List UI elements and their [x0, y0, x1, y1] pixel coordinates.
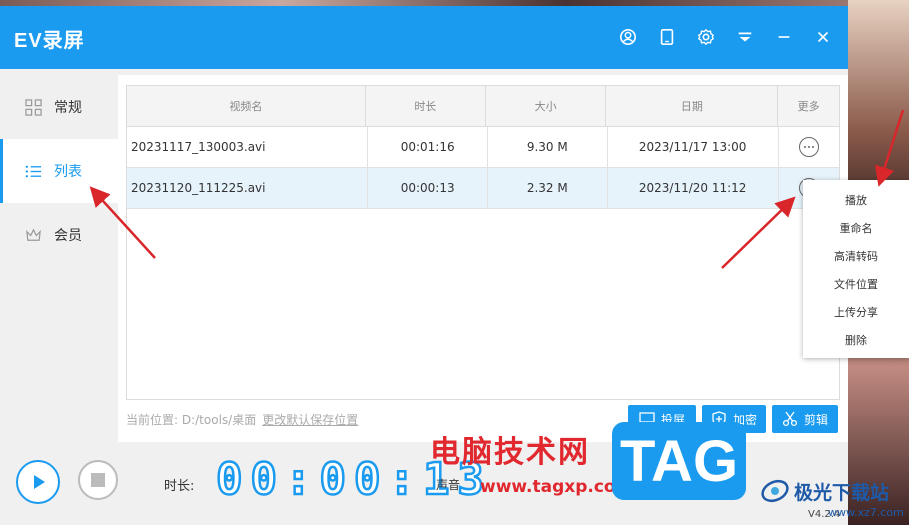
context-menu: 播放 重命名 高清转码 文件位置 上传分享 删除: [803, 180, 909, 358]
crown-icon: [24, 226, 42, 244]
dropdown-icon[interactable]: [734, 26, 756, 48]
more-cell: [779, 127, 839, 167]
video-name: 20231120_111225.avi: [127, 168, 369, 208]
more-options-icon[interactable]: [798, 137, 819, 157]
column-header[interactable]: 时长: [366, 86, 486, 126]
sidebar: 常规 列表 会员: [0, 75, 118, 442]
video-duration: 00:00:13: [368, 168, 488, 208]
watermark-site-name: 极光下载站: [794, 481, 890, 504]
table-row[interactable]: 20231120_111225.avi 00:00:13 2.32 M 2023…: [127, 168, 839, 209]
sidebar-item-label: 会员: [54, 228, 82, 244]
watermark-site: 极光下载站: [760, 475, 889, 507]
settings-icon[interactable]: [695, 26, 717, 48]
close-icon[interactable]: [812, 26, 834, 48]
sidebar-item-list[interactable]: 列表: [0, 139, 118, 203]
sidebar-item-vip[interactable]: 会员: [0, 203, 118, 267]
column-header: 更多: [797, 100, 820, 113]
column-header[interactable]: 视频名: [127, 86, 366, 126]
video-size: 9.30 M: [488, 127, 608, 167]
video-date: 2023/11/20 11:12: [608, 168, 779, 208]
minimize-icon[interactable]: [773, 26, 795, 48]
list-icon: [24, 162, 42, 180]
menu-item-file-location[interactable]: 文件位置: [803, 270, 909, 298]
user-icon[interactable]: [617, 26, 639, 48]
stop-icon: [91, 473, 105, 487]
scissors-icon: [782, 411, 798, 427]
watermark-tag-logo: TAG: [612, 422, 746, 500]
edit-button[interactable]: 剪辑: [772, 405, 838, 433]
current-path: 当前位置: D:/tools/桌面: [126, 413, 257, 427]
title-bar: EV录屏: [0, 6, 848, 69]
app-title: EV录屏: [14, 30, 85, 52]
sidebar-item-label: 常规: [54, 100, 82, 116]
watermark-text: 电脑技术网: [430, 435, 590, 470]
sidebar-item-label: 列表: [54, 164, 82, 180]
menu-item-rename[interactable]: 重命名: [803, 214, 909, 242]
volume-label: 声音: [436, 478, 461, 492]
aurora-logo-icon: [761, 479, 789, 503]
table-header: 视频名 时长 大小 日期 更多: [127, 86, 839, 127]
tablet-icon[interactable]: [656, 26, 678, 48]
play-icon: [34, 475, 45, 489]
stop-button[interactable]: [78, 460, 118, 500]
edit-label: 剪辑: [803, 412, 828, 427]
column-header[interactable]: 日期: [606, 86, 779, 126]
menu-item-hd-transcode[interactable]: 高清转码: [803, 242, 909, 270]
save-location: 当前位置: D:/tools/桌面 更改默认保存位置: [126, 411, 358, 428]
column-header[interactable]: 大小: [486, 86, 607, 126]
play-button[interactable]: [16, 460, 60, 504]
table-row[interactable]: 20231117_130003.avi 00:01:16 9.30 M 2023…: [127, 127, 839, 168]
menu-item-delete[interactable]: 删除: [803, 326, 909, 354]
video-date: 2023/11/17 13:00: [608, 127, 779, 167]
video-size: 2.32 M: [488, 168, 608, 208]
menu-item-play[interactable]: 播放: [803, 186, 909, 214]
duration-label: 时长:: [164, 479, 195, 494]
grid-icon: [24, 98, 42, 116]
menu-item-upload-share[interactable]: 上传分享: [803, 298, 909, 326]
sidebar-item-general[interactable]: 常规: [0, 75, 118, 139]
watermark-url: www.tagxp.com: [480, 477, 634, 497]
main-content: 视频名 时长 大小 日期 更多 20231117_130003.avi 00:0…: [118, 75, 848, 442]
video-table: 视频名 时长 大小 日期 更多 20231117_130003.avi 00:0…: [126, 85, 840, 400]
video-name: 20231117_130003.avi: [127, 127, 369, 167]
change-location-link[interactable]: 更改默认保存位置: [262, 413, 358, 427]
video-duration: 00:01:16: [368, 127, 488, 167]
watermark-site-url: www.xz7.com: [828, 506, 904, 519]
